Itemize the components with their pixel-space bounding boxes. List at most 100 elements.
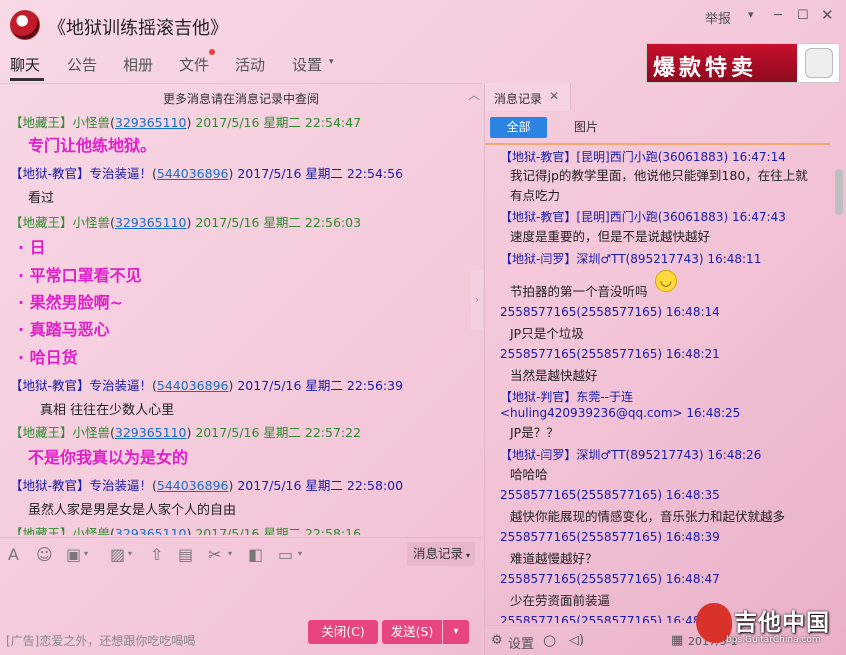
history-tab-close-icon[interactable]: ✕ xyxy=(549,89,559,103)
filter-images-button[interactable]: 图片 xyxy=(571,117,601,138)
tab-announcement[interactable]: 公告 xyxy=(67,54,97,75)
history-list[interactable]: 【地狱-教官】[昆明]西门小跑(36061883) 16:47:14 我记得jp… xyxy=(485,145,830,623)
history-entry-header: 2558577165(2558577165) 16:48:21 xyxy=(500,347,720,361)
message-text: 平常口罩看不见 xyxy=(29,266,142,285)
chat-message: 【地狱-教官】专治装逼！(544036896) 2017/5/16 星期二 22… xyxy=(10,478,404,518)
tab-activity[interactable]: 活动 xyxy=(235,54,265,75)
font-icon[interactable]: A xyxy=(8,545,19,564)
skin-icon[interactable]: ▾ xyxy=(748,8,754,21)
image-dropdown-icon[interactable]: ▾ xyxy=(128,549,132,558)
gif-icon[interactable]: ▣ xyxy=(66,545,81,564)
gift-icon[interactable]: ▤ xyxy=(178,545,193,564)
tab-album[interactable]: 相册 xyxy=(123,54,153,75)
red-packet-icon[interactable]: ◧ xyxy=(248,545,263,564)
message-time: 2017/5/16 星期二 22:58:16 xyxy=(195,526,362,535)
input-toolbar: A ☺ ▣ ▾ ▨ ▾ ⇧ ▤ ✂ ▾ ◧ ▭ ▾ 消息记录 ▾ xyxy=(0,537,482,569)
ad-banner[interactable]: 爆款特卖 xyxy=(646,43,840,83)
message-input[interactable]: [广告]恋爱之外，还想跟你吃吃喝喝 关闭(C) 发送(S) ▾ xyxy=(0,570,482,655)
tab-chat[interactable]: 聊天 xyxy=(10,54,40,75)
history-entry-text: 当然是越快越好 xyxy=(510,368,598,383)
message-sender[interactable]: 【地藏王】小怪兽 xyxy=(10,115,110,130)
filter-all-button[interactable]: 全部 xyxy=(490,117,547,138)
history-entry-header: 【地狱-教官】[昆明]西门小跑(36061883) 16:47:43 xyxy=(500,210,786,224)
tab-files[interactable]: 文件 xyxy=(179,54,209,75)
history-tab-label: 消息记录 xyxy=(494,92,543,106)
history-dropdown-icon: ▾ xyxy=(466,551,471,560)
message-sender[interactable]: 【地狱-教官】专治装逼！ xyxy=(10,378,152,393)
message-text: 哈日货 xyxy=(29,348,78,367)
window-title: 《地狱训练摇滚吉他》 xyxy=(48,18,228,39)
speaker-icon[interactable]: ◁) xyxy=(569,633,584,648)
send-button[interactable]: 发送(S) xyxy=(382,620,442,644)
settings-dropdown-icon[interactable]: ▾ xyxy=(329,57,334,67)
sender-qq[interactable]: 329365110 xyxy=(115,115,187,130)
sender-qq[interactable]: 544036896 xyxy=(157,166,229,181)
ad-text-line[interactable]: [广告]恋爱之外，还想跟你吃吃喝喝 xyxy=(6,632,195,649)
maximize-icon[interactable]: ☐ xyxy=(797,8,809,23)
close-icon[interactable]: ✕ xyxy=(821,6,834,24)
more-messages-notice[interactable]: 更多消息请在消息记录中查阅 xyxy=(0,90,482,107)
group-avatar[interactable] xyxy=(10,10,40,40)
message-time: 2017/5/16 星期二 22:56:03 xyxy=(195,215,362,230)
report-link[interactable]: 举报 xyxy=(705,8,731,27)
panel-toggle-handle[interactable]: › xyxy=(471,270,483,330)
message-sender[interactable]: 【地狱-教官】专治装逼！ xyxy=(10,166,152,181)
history-button[interactable]: 消息记录 ▾ xyxy=(407,542,475,566)
search-icon[interactable]: ○ xyxy=(543,631,556,649)
history-scrollbar[interactable] xyxy=(835,169,843,215)
sender-qq[interactable]: 544036896 xyxy=(157,478,229,493)
history-entry-text: 越快你能展现的情感变化，音乐张力和起伏就越多 xyxy=(510,509,786,524)
shake-dropdown-icon[interactable]: ▾ xyxy=(298,549,302,558)
send-options-icon[interactable]: ▾ xyxy=(443,620,469,644)
calendar-icon[interactable]: ▦ xyxy=(671,633,683,648)
history-entry-header: 【地狱-教官】[昆明]西门小跑(36061883) 16:47:14 xyxy=(500,150,786,164)
history-settings-label[interactable]: 设置 xyxy=(508,633,534,652)
message-text: 真踏马恶心 xyxy=(29,320,110,339)
message-text: 真相 往往在少数人心里 xyxy=(40,403,175,418)
message-time: 2017/5/16 星期二 22:54:47 xyxy=(195,115,362,130)
history-entry-text: JP只是个垃圾 xyxy=(510,326,584,341)
history-filter: 全部 图片 xyxy=(485,111,846,145)
upload-file-icon[interactable]: ⇧ xyxy=(150,545,163,564)
sender-qq[interactable]: 329365110 xyxy=(115,526,187,535)
message-sender[interactable]: 【地藏王】小怪兽 xyxy=(10,526,110,535)
sender-qq[interactable]: 544036896 xyxy=(157,378,229,393)
minimize-icon[interactable]: ─ xyxy=(774,8,782,23)
message-text: 日 xyxy=(29,238,46,257)
history-entry-text: 速度是重要的，但是不是说越快越好 xyxy=(510,229,711,244)
gif-dropdown-icon[interactable]: ▾ xyxy=(84,549,88,558)
message-sender[interactable]: 【地藏王】小怪兽 xyxy=(10,215,110,230)
chat-message: 【地藏王】小怪兽(329365110) 2017/5/16 星期二 22:57:… xyxy=(10,425,362,467)
chat-message: 【地藏王】小怪兽(329365110) 2017/5/16 星期二 22:54:… xyxy=(10,115,362,155)
collapse-up-icon[interactable]: ︿ xyxy=(468,86,480,103)
image-icon[interactable]: ▨ xyxy=(110,545,125,564)
history-tab[interactable]: 消息记录 ✕ xyxy=(485,83,571,111)
close-button[interactable]: 关闭(C) xyxy=(308,620,378,644)
history-entry-header: 【地狱-闫罗】深圳♂TT(895217743) 16:48:26 xyxy=(500,448,762,462)
message-sender[interactable]: 【地狱-教官】专治装逼！ xyxy=(10,478,152,493)
message-sender[interactable]: 【地藏王】小怪兽 xyxy=(10,425,110,440)
settings-gear-icon[interactable]: ⚙ xyxy=(491,633,503,648)
sender-qq[interactable]: 329365110 xyxy=(115,425,187,440)
watermark-url: bbs.GuitarChina.com xyxy=(726,635,821,645)
smiley-emoji-icon: ◡ xyxy=(655,270,677,292)
files-notification-dot xyxy=(209,49,215,55)
screenshot-icon[interactable]: ✂ xyxy=(208,545,221,564)
history-entry-text: JP是？？ xyxy=(510,425,559,440)
message-time: 2017/5/16 星期二 22:57:22 xyxy=(195,425,362,440)
message-text: 果然男脸啊~ xyxy=(29,293,124,312)
sender-qq[interactable]: 329365110 xyxy=(115,215,187,230)
history-entry-text: 难道越慢越好？ xyxy=(510,551,598,566)
ad-product-image xyxy=(805,48,833,78)
message-text: 虽然人家是男是女是人家个人的自由 xyxy=(28,503,237,518)
chat-history[interactable]: 更多消息请在消息记录中查阅 ︿ 【地藏王】小怪兽(329365110) 2017… xyxy=(0,83,482,535)
history-entry-header: 2558577165(2558577165) 16:48:14 xyxy=(500,305,720,319)
tab-settings[interactable]: 设置 xyxy=(292,54,322,75)
history-entry-header: 【地狱-闫罗】深圳♂TT(895217743) 16:48:11 xyxy=(500,252,762,266)
shake-icon[interactable]: ▭ xyxy=(278,545,293,564)
message-time: 2017/5/16 星期二 22:54:56 xyxy=(237,166,404,181)
active-tab-indicator xyxy=(10,78,44,81)
screenshot-dropdown-icon[interactable]: ▾ xyxy=(228,549,232,558)
emoji-icon[interactable]: ☺ xyxy=(36,545,53,564)
chat-message: 【地狱-教官】专治装逼！(544036896) 2017/5/16 星期二 22… xyxy=(10,166,404,206)
